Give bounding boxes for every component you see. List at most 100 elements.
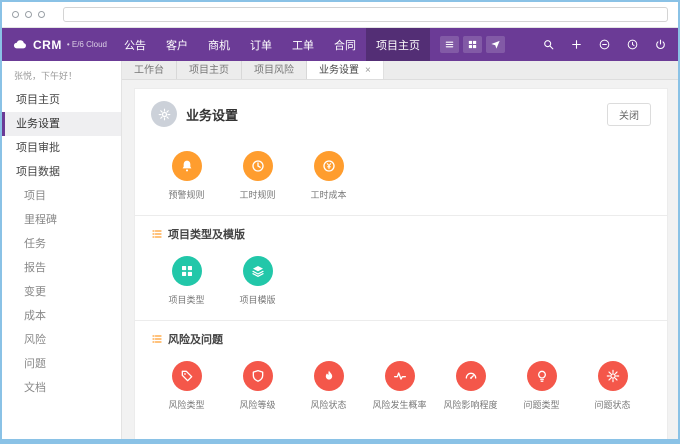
item-label: 风险发生概率 bbox=[372, 398, 426, 411]
search-icon[interactable] bbox=[541, 37, 556, 52]
sidebar-item-project[interactable]: 项目 bbox=[2, 184, 121, 208]
coin-icon bbox=[314, 151, 344, 181]
section-header-types: 项目类型及模版 bbox=[135, 216, 667, 242]
nav-item-workorders[interactable]: 工单 bbox=[282, 28, 324, 61]
nav-item-project-home[interactable]: 项目主页 bbox=[366, 28, 430, 61]
tab-project-risk[interactable]: 项目风险 bbox=[242, 61, 307, 79]
bulb-icon bbox=[527, 361, 557, 391]
gauge-icon bbox=[456, 361, 486, 391]
close-button[interactable]: 关闭 bbox=[607, 103, 651, 126]
sidebar-item-project-data[interactable]: 项目数据 bbox=[2, 160, 121, 184]
setting-item-project-type[interactable]: 项目类型 bbox=[151, 248, 222, 306]
section-title: 项目类型及模版 bbox=[168, 226, 245, 242]
shield-icon bbox=[243, 361, 273, 391]
setting-item-risk-status[interactable]: 风险状态 bbox=[293, 353, 364, 411]
item-label: 问题状态 bbox=[594, 398, 630, 411]
nav-item-contracts[interactable]: 合同 bbox=[324, 28, 366, 61]
sidebar-item-project-approval[interactable]: 项目审批 bbox=[2, 136, 121, 160]
sidebar-item-cost[interactable]: 成本 bbox=[2, 304, 121, 328]
item-label: 风险类型 bbox=[168, 398, 204, 411]
nav-item-opportunities[interactable]: 商机 bbox=[198, 28, 240, 61]
section-types: 项目类型 项目模版 bbox=[135, 242, 667, 320]
brand-name: CRM bbox=[33, 38, 62, 52]
setting-item-risk-type[interactable]: 风险类型 bbox=[151, 353, 222, 411]
gear-icon bbox=[598, 361, 628, 391]
grid-icon bbox=[172, 256, 202, 286]
top-nav: 公告 客户 商机 订单 工单 合同 项目主页 bbox=[114, 28, 430, 61]
app-grid-icon[interactable] bbox=[463, 36, 482, 53]
clock-icon bbox=[243, 151, 273, 181]
header-actions bbox=[541, 37, 668, 52]
sidebar-item-document[interactable]: 文档 bbox=[2, 376, 121, 400]
browser-bar bbox=[2, 2, 678, 28]
cloud-logo-icon bbox=[12, 37, 28, 53]
section-title: 风险及问题 bbox=[168, 331, 223, 347]
settings-card: 业务设置 关闭 预警规则 工时规则 bbox=[134, 88, 668, 439]
section-header-risks: 风险及问题 bbox=[135, 321, 667, 347]
list-view-icon[interactable] bbox=[440, 36, 459, 53]
tab-close-icon[interactable]: × bbox=[365, 61, 371, 80]
bell-icon bbox=[172, 151, 202, 181]
content-pane: 工作台 项目主页 项目风险 业务设置 × 业务设置 关闭 bbox=[122, 61, 678, 439]
setting-item-risk-level[interactable]: 风险等级 bbox=[222, 353, 293, 411]
sidebar-item-task[interactable]: 任务 bbox=[2, 232, 121, 256]
section-risks: 风险类型 风险等级 风险状态 bbox=[135, 347, 667, 425]
power-icon[interactable] bbox=[653, 37, 668, 52]
item-label: 风险等级 bbox=[239, 398, 275, 411]
tab-workbench[interactable]: 工作台 bbox=[122, 61, 177, 79]
sidebar-item-milestone[interactable]: 里程碑 bbox=[2, 208, 121, 232]
setting-item-worktime-cost[interactable]: 工时成本 bbox=[293, 143, 364, 201]
setting-item-worktime-rules[interactable]: 工时规则 bbox=[222, 143, 293, 201]
page-header: 业务设置 关闭 bbox=[135, 89, 667, 137]
sidebar-item-change[interactable]: 变更 bbox=[2, 280, 121, 304]
item-label: 预警规则 bbox=[168, 188, 204, 201]
window-control-1[interactable] bbox=[12, 11, 19, 18]
tab-business-settings[interactable]: 业务设置 × bbox=[307, 61, 384, 79]
section-rules: 预警规则 工时规则 工时成本 bbox=[135, 137, 667, 215]
send-icon[interactable] bbox=[486, 36, 505, 53]
pulse-icon bbox=[385, 361, 415, 391]
list-bullet-icon bbox=[151, 333, 163, 345]
setting-item-risk-impact[interactable]: 风险影响程度 bbox=[435, 353, 506, 411]
item-label: 项目模版 bbox=[239, 293, 275, 306]
sidebar-item-issue[interactable]: 问题 bbox=[2, 352, 121, 376]
sidebar-item-business-settings[interactable]: 业务设置 bbox=[2, 112, 121, 136]
tab-project-home[interactable]: 项目主页 bbox=[177, 61, 242, 79]
setting-item-warning-rules[interactable]: 预警规则 bbox=[151, 143, 222, 201]
nav-item-orders[interactable]: 订单 bbox=[240, 28, 282, 61]
url-bar[interactable] bbox=[63, 7, 668, 22]
minus-circle-icon[interactable] bbox=[597, 37, 612, 52]
view-switcher bbox=[440, 36, 505, 53]
item-label: 项目类型 bbox=[168, 293, 204, 306]
sidebar-item-project-home[interactable]: 项目主页 bbox=[2, 88, 121, 112]
setting-item-issue-type[interactable]: 问题类型 bbox=[506, 353, 577, 411]
item-label: 风险状态 bbox=[310, 398, 346, 411]
add-icon[interactable] bbox=[569, 37, 584, 52]
setting-item-project-template[interactable]: 项目模版 bbox=[222, 248, 293, 306]
greeting-text: 张悦，下午好！ bbox=[2, 61, 121, 88]
item-label: 风险影响程度 bbox=[443, 398, 497, 411]
app-window: CRM • E/6 Cloud 公告 客户 商机 订单 工单 合同 项目主页 bbox=[0, 0, 680, 444]
app-header: CRM • E/6 Cloud 公告 客户 商机 订单 工单 合同 项目主页 bbox=[2, 28, 678, 61]
item-label: 问题类型 bbox=[523, 398, 559, 411]
sidebar-item-report[interactable]: 报告 bbox=[2, 256, 121, 280]
layers-icon bbox=[243, 256, 273, 286]
tab-bar: 工作台 项目主页 项目风险 业务设置 × bbox=[122, 61, 678, 80]
setting-item-risk-probability[interactable]: 风险发生概率 bbox=[364, 353, 435, 411]
list-bullet-icon bbox=[151, 228, 163, 240]
history-icon[interactable] bbox=[625, 37, 640, 52]
tab-label: 业务设置 bbox=[319, 61, 359, 80]
settings-avatar-icon bbox=[151, 101, 177, 127]
sidebar-item-risk[interactable]: 风险 bbox=[2, 328, 121, 352]
brand: CRM • E/6 Cloud bbox=[12, 37, 108, 53]
window-control-2[interactable] bbox=[25, 11, 32, 18]
nav-item-announcements[interactable]: 公告 bbox=[114, 28, 156, 61]
flame-icon bbox=[314, 361, 344, 391]
page-title: 业务设置 bbox=[186, 105, 238, 124]
nav-item-customers[interactable]: 客户 bbox=[156, 28, 198, 61]
window-control-3[interactable] bbox=[38, 11, 45, 18]
sidebar: 张悦，下午好！ 项目主页 业务设置 项目审批 项目数据 项目 里程碑 任务 报告… bbox=[2, 61, 122, 439]
setting-item-issue-status[interactable]: 问题状态 bbox=[577, 353, 648, 411]
brand-suffix: • E/6 Cloud bbox=[67, 40, 107, 49]
item-label: 工时成本 bbox=[310, 188, 346, 201]
